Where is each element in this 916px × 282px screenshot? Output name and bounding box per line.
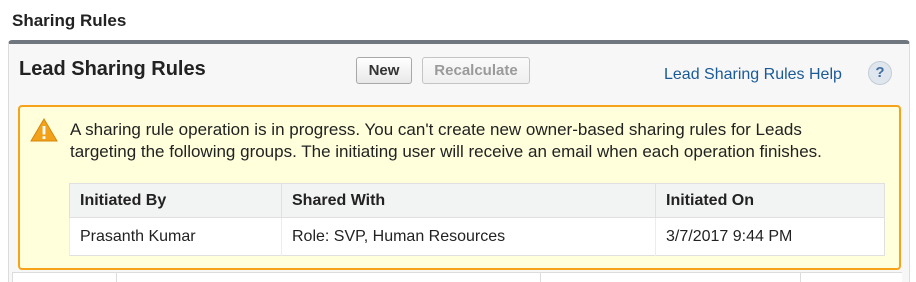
operations-table: Initiated By Shared With Initiated On Pr…: [69, 183, 885, 256]
header-shared-with: Shared With: [281, 183, 656, 218]
panel-title: Lead Sharing Rules: [19, 58, 206, 80]
new-button[interactable]: New: [356, 57, 412, 84]
table-header-row: Initiated By Shared With Initiated On: [69, 183, 885, 218]
header-initiated-by: Initiated By: [69, 183, 282, 218]
cell-initiated-by: Prasanth Kumar: [69, 217, 282, 256]
table-row: Prasanth Kumar Role: SVP, Human Resource…: [69, 217, 885, 256]
column-divider: [540, 273, 541, 282]
warning-triangle-icon: [30, 118, 58, 142]
column-divider: [116, 273, 117, 282]
warning-text: A sharing rule operation is in progress.…: [70, 120, 822, 161]
cell-initiated-on: 3/7/2017 9:44 PM: [655, 217, 885, 256]
cell-shared-with: Role: SVP, Human Resources: [281, 217, 656, 256]
help-icon[interactable]: ?: [868, 61, 892, 85]
lead-sharing-rules-panel: Lead Sharing Rules New Recalculate Lead …: [8, 40, 910, 282]
column-divider: [12, 273, 13, 282]
section-title: Sharing Rules: [12, 11, 127, 30]
warning-message-box: A sharing rule operation is in progress.…: [18, 105, 901, 270]
next-table-edge: [12, 272, 902, 282]
help-link[interactable]: Lead Sharing Rules Help: [664, 66, 842, 84]
header-initiated-on: Initiated On: [655, 183, 885, 218]
recalculate-button[interactable]: Recalculate: [422, 57, 530, 84]
column-divider: [800, 273, 801, 282]
